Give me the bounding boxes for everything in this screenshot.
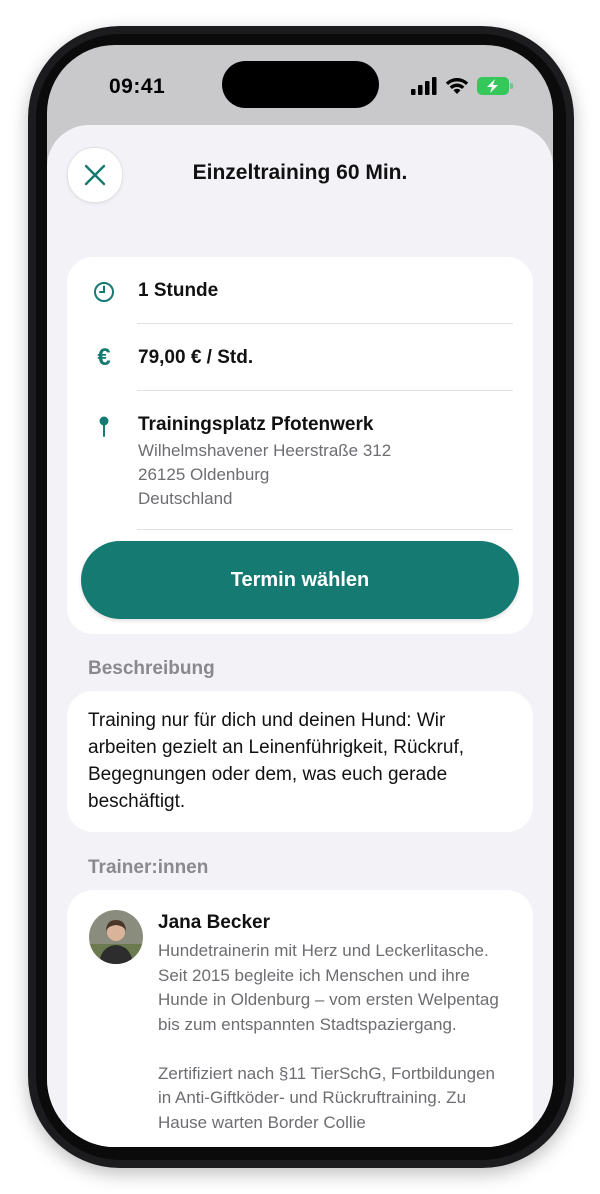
wifi-icon: [445, 77, 469, 100]
trainer-bio-paragraph: Hundetrainerin mit Herz und Leckerli­tas…: [158, 941, 499, 1034]
euro-icon: €: [97, 344, 111, 371]
trainer-card[interactable]: Jana Becker Hundetrainerin mit Herz und …: [67, 890, 533, 1147]
divider: [137, 323, 513, 324]
battery-charging-icon: [477, 77, 513, 100]
description-heading: Beschreibung: [88, 658, 215, 679]
status-time: 09:41: [109, 75, 166, 98]
location-pin-icon: [91, 415, 117, 439]
price-text: 79,00 € / Std.: [138, 347, 254, 368]
address-line1: Wilhelmshavener Heerstraße 312: [138, 441, 392, 460]
info-card: 1 Stunde € 79,00 € / Std. Trainingsplatz…: [67, 257, 533, 634]
trainer-avatar: [89, 910, 143, 964]
trainer-bio-paragraph: Zertifiziert nach §11 TierSchG, Fort­bil…: [158, 1063, 496, 1132]
description-card: Training nur für dich und deinen Hund: W…: [67, 691, 533, 832]
duration-text: 1 Stunde: [138, 280, 219, 301]
trainer-name: Jana Becker: [158, 912, 270, 933]
divider: [137, 529, 513, 530]
trainer-bio: Hundetrainerin mit Herz und Leckerli­tas…: [158, 939, 510, 1147]
status-icons: [411, 77, 513, 100]
address-line2: 26125 Oldenburg: [138, 465, 270, 484]
bottom-sheet: Einzeltraining 60 Min. 1 Stunde € 79,00 …: [47, 125, 553, 1147]
description-text: Training nur für dich und deinen Hund: W…: [88, 710, 465, 812]
address-line3: Deutschland: [138, 489, 233, 508]
choose-appointment-button[interactable]: Termin wählen: [81, 541, 519, 619]
divider: [137, 390, 513, 391]
clock-icon: [91, 281, 117, 303]
trainers-heading: Trainer:innen: [88, 857, 209, 878]
signal-icon: [411, 77, 437, 100]
dynamic-island: [222, 61, 379, 108]
sheet-title: Einzeltraining 60 Min.: [192, 161, 408, 184]
screen: 09:41 Einzeltraining 60 Min. 1 Stunde € …: [47, 45, 553, 1147]
location-name: Trainingsplatz Pfotenwerk: [138, 414, 374, 435]
